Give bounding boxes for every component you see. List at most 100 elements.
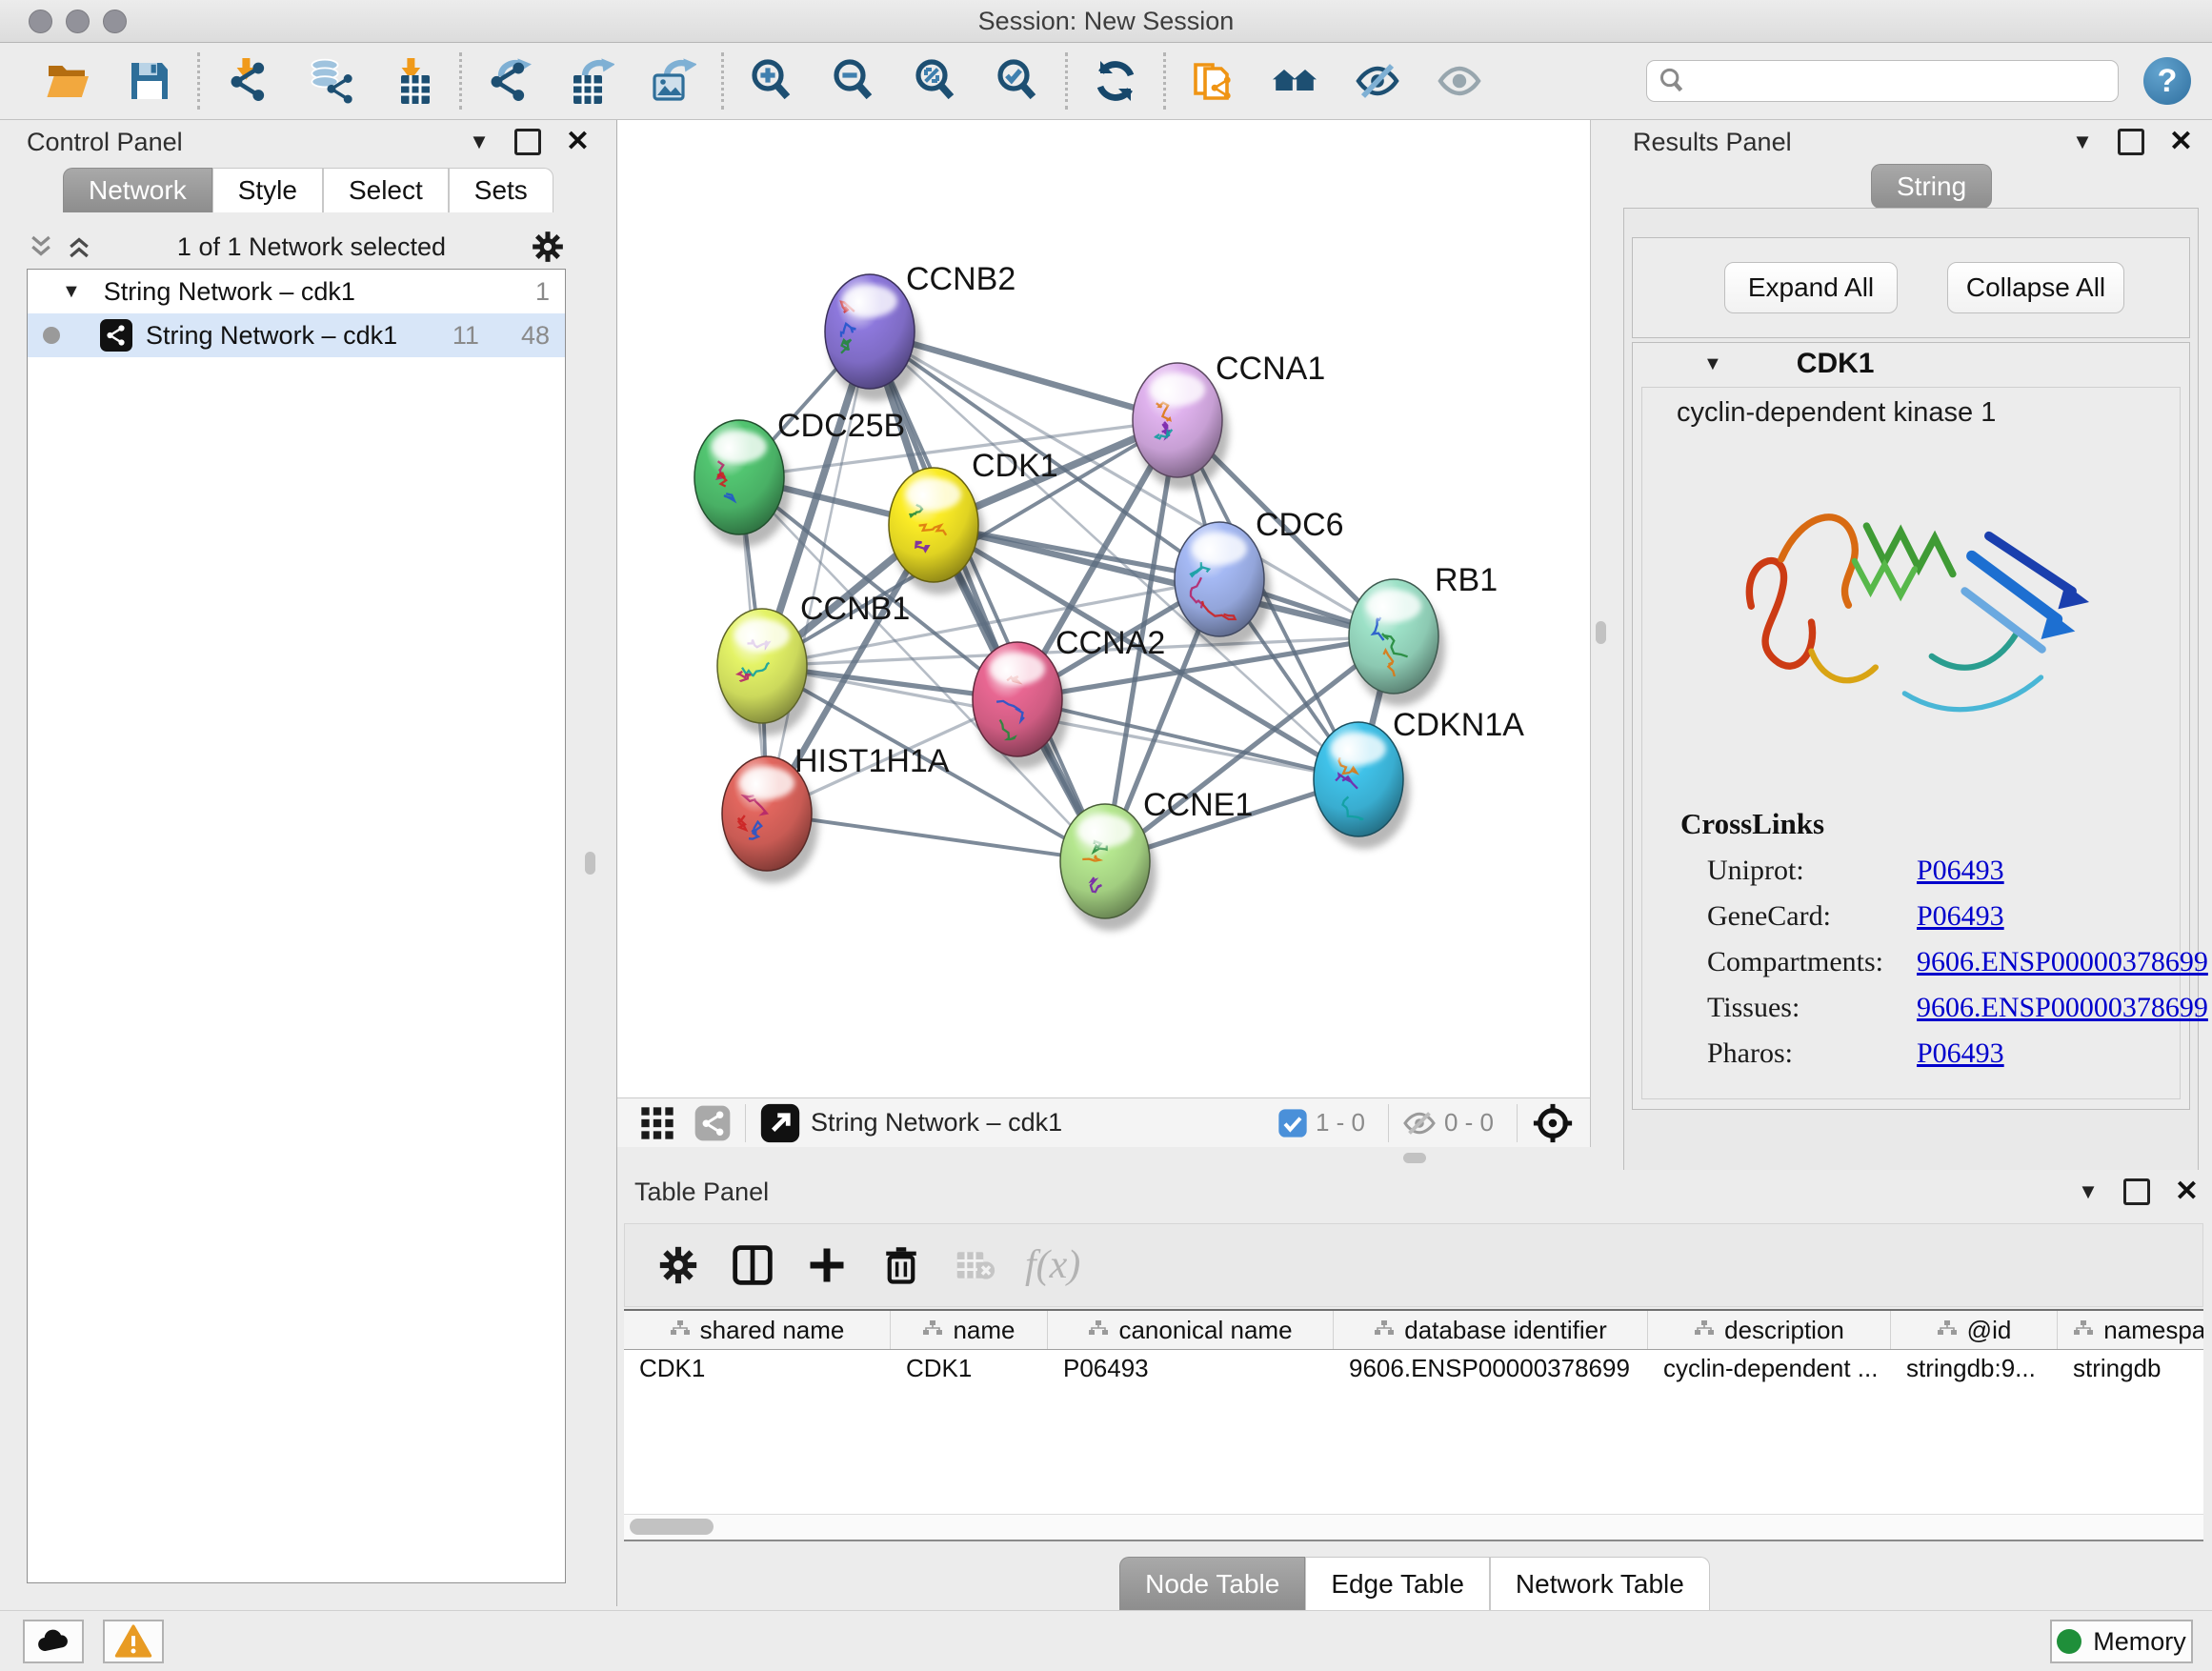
tab-edge-table[interactable]: Edge Table xyxy=(1305,1557,1490,1611)
hidden-node-edge-counts: 0 - 0 xyxy=(1444,1108,1494,1137)
import-network-database-button[interactable] xyxy=(289,45,371,117)
cdk1-section-header[interactable]: ▼ CDK1 xyxy=(1633,343,2189,385)
delete-column-button[interactable] xyxy=(876,1240,926,1290)
node-table[interactable]: shared namenamecanonical namedatabase id… xyxy=(624,1309,2203,1541)
import-database-icon xyxy=(307,58,352,104)
table-panel-float-icon[interactable] xyxy=(2123,1178,2150,1205)
table-options-button[interactable] xyxy=(654,1240,703,1290)
column-header-description[interactable]: description xyxy=(1648,1311,1891,1349)
eye-icon xyxy=(1437,58,1482,104)
scrollbar-thumb[interactable] xyxy=(630,1519,714,1535)
right-splitter-handle[interactable] xyxy=(1596,621,1606,644)
results-panel-close-icon[interactable]: ✕ xyxy=(2169,128,2193,156)
cell[interactable]: stringdb:9... xyxy=(1891,1350,2058,1388)
save-floppy-icon xyxy=(127,58,172,104)
bottom-splitter-handle[interactable] xyxy=(1403,1153,1426,1163)
export-network-button[interactable] xyxy=(469,45,551,117)
crosslinks-block: CrossLinks Uniprot:P06493GeneCard:P06493… xyxy=(1642,807,2180,1070)
tab-string[interactable]: String xyxy=(1871,164,1992,209)
control-panel-close-icon[interactable]: ✕ xyxy=(566,128,590,156)
left-splitter-handle[interactable] xyxy=(585,852,595,875)
tab-node-table[interactable]: Node Table xyxy=(1119,1557,1305,1611)
crosslink-link[interactable]: P06493 xyxy=(1917,1037,2004,1070)
zoom-selected-button[interactable] xyxy=(976,45,1058,117)
selected-checkbox-icon[interactable] xyxy=(1277,1108,1308,1138)
zoom-fit-button[interactable] xyxy=(895,45,976,117)
table-panel-collapse-icon[interactable]: ▼ xyxy=(2078,1179,2099,1204)
refresh-icon xyxy=(1093,58,1138,104)
column-header-databaseidentifier[interactable]: database identifier xyxy=(1334,1311,1648,1349)
results-panel-float-icon[interactable] xyxy=(2118,129,2144,155)
network-overview-icon[interactable] xyxy=(694,1104,732,1142)
open-session-button[interactable] xyxy=(27,45,109,117)
collection-expander-icon[interactable]: ▼ xyxy=(62,281,81,303)
tab-network[interactable]: Network xyxy=(63,168,212,212)
grid-view-icon[interactable] xyxy=(638,1104,676,1142)
cloud-status-button[interactable] xyxy=(23,1620,84,1663)
fit-selected-crosshair-icon[interactable] xyxy=(1531,1101,1575,1145)
cell[interactable]: 9606.ENSP00000378699 xyxy=(1334,1350,1648,1388)
results-panel-collapse-icon[interactable]: ▼ xyxy=(2072,130,2093,154)
expand-all-button[interactable]: Expand All xyxy=(1724,262,1898,313)
collapse-all-icon[interactable] xyxy=(27,232,55,261)
cloud-icon xyxy=(34,1622,72,1661)
first-neighbors-button[interactable] xyxy=(1255,45,1337,117)
export-table-button[interactable] xyxy=(551,45,633,117)
column-header-name[interactable]: name xyxy=(891,1311,1048,1349)
warnings-button[interactable] xyxy=(103,1620,164,1663)
export-image-button[interactable] xyxy=(633,45,714,117)
crosslink-link[interactable]: 9606.ENSP00000378699 xyxy=(1917,946,2208,978)
string-network-graph[interactable]: CCNB2CCNA1CDC25BCDK1CDC6RB1CCNB1CCNA2CDK… xyxy=(617,120,1591,1097)
show-all-button[interactable] xyxy=(1418,45,1500,117)
toolbar-separator xyxy=(1065,52,1068,110)
search-input[interactable] xyxy=(1693,63,2118,99)
control-panel-collapse-icon[interactable]: ▼ xyxy=(469,130,490,154)
crosslink-link[interactable]: 9606.ENSP00000378699 xyxy=(1917,992,2208,1024)
crosslink-link[interactable]: P06493 xyxy=(1917,855,2004,887)
hide-selected-button[interactable] xyxy=(1337,45,1418,117)
column-header-sharedname[interactable]: shared name xyxy=(624,1311,891,1349)
column-type-icon xyxy=(1374,1319,1395,1340)
hidden-eye-slash-icon[interactable] xyxy=(1402,1106,1437,1140)
column-header-namespace[interactable]: namespace xyxy=(2058,1311,2203,1349)
zoom-out-button[interactable] xyxy=(813,45,895,117)
cdk1-section-title: CDK1 xyxy=(1797,348,1875,380)
control-panel-float-icon[interactable] xyxy=(514,129,541,155)
zoom-in-button[interactable] xyxy=(731,45,813,117)
cell[interactable]: stringdb xyxy=(2058,1350,2203,1388)
help-button[interactable]: ? xyxy=(2143,57,2191,105)
tab-network-table[interactable]: Network Table xyxy=(1490,1557,1710,1611)
cdk1-expander-icon[interactable]: ▼ xyxy=(1703,353,1722,375)
import-network-file-button[interactable] xyxy=(207,45,289,117)
network-row[interactable]: String Network – cdk1 11 48 xyxy=(28,313,565,357)
memory-button[interactable]: Memory xyxy=(2050,1620,2193,1663)
expand-all-icon[interactable] xyxy=(65,232,93,261)
network-canvas[interactable]: CCNB2CCNA1CDC25BCDK1CDC6RB1CCNB1CCNA2CDK… xyxy=(617,120,1591,1097)
tab-sets[interactable]: Sets xyxy=(449,168,553,212)
table-horizontal-scrollbar[interactable] xyxy=(624,1514,2203,1540)
column-header-canonicalname[interactable]: canonical name xyxy=(1048,1311,1334,1349)
collapse-all-button[interactable]: Collapse All xyxy=(1947,262,2124,313)
function-builder-button: f(x) xyxy=(1025,1242,1080,1288)
new-network-from-selection-button[interactable] xyxy=(1173,45,1255,117)
cell[interactable]: CDK1 xyxy=(624,1350,891,1388)
show-columns-button[interactable] xyxy=(728,1240,777,1290)
table-panel-close-icon[interactable]: ✕ xyxy=(2175,1178,2199,1206)
column-header-id[interactable]: @id xyxy=(1891,1311,2058,1349)
tab-select[interactable]: Select xyxy=(323,168,449,212)
apply-layout-button[interactable] xyxy=(1075,45,1156,117)
network-options-gear-icon[interactable] xyxy=(530,229,566,265)
search-field[interactable] xyxy=(1646,60,2119,102)
cell[interactable]: CDK1 xyxy=(891,1350,1048,1388)
cell[interactable]: cyclin-dependent ... xyxy=(1648,1350,1891,1388)
crosslink-link[interactable]: P06493 xyxy=(1917,900,2004,933)
network-collection-row[interactable]: ▼ String Network – cdk1 1 xyxy=(28,270,565,313)
tab-style[interactable]: Style xyxy=(212,168,323,212)
cell[interactable]: P06493 xyxy=(1048,1350,1334,1388)
crosslink-row: Tissues:9606.ENSP00000378699 xyxy=(1642,992,2180,1024)
open-in-window-icon[interactable] xyxy=(759,1102,801,1144)
create-column-button[interactable] xyxy=(802,1240,852,1290)
save-session-button[interactable] xyxy=(109,45,191,117)
node-table-row[interactable]: CDK1CDK1P064939606.ENSP00000378699cyclin… xyxy=(624,1350,2203,1388)
import-table-file-button[interactable] xyxy=(371,45,452,117)
